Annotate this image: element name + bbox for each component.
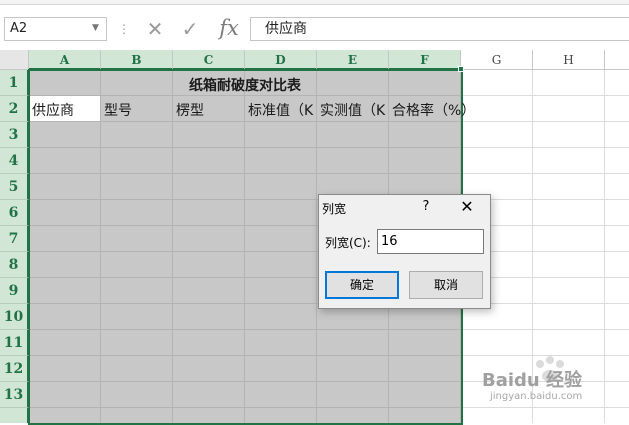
column-header-c[interactable]: C — [173, 50, 245, 70]
help-icon[interactable]: ? — [418, 198, 434, 216]
row-header-3[interactable]: 3 — [0, 122, 29, 148]
column-header-d[interactable]: D — [245, 50, 317, 70]
cell-a2[interactable]: 供应商 — [32, 98, 100, 124]
row-header-2[interactable]: 2 — [0, 96, 29, 122]
row-header-6[interactable]: 6 — [0, 200, 29, 226]
select-all-corner[interactable] — [0, 50, 29, 70]
row-header-5[interactable]: 5 — [0, 174, 29, 200]
dialog-title: 列宽 — [322, 202, 347, 216]
column-width-dialog: 列宽 ? ✕ 列宽(C): 16 确定 取消 — [318, 194, 491, 309]
column-header-h[interactable]: H — [533, 50, 605, 70]
column-header-a[interactable]: A — [29, 50, 101, 70]
cancel-button[interactable]: 取消 — [409, 271, 483, 299]
row-header-8[interactable]: 8 — [0, 252, 29, 278]
row-header-7[interactable]: 7 — [0, 226, 29, 252]
close-icon[interactable]: ✕ — [456, 197, 478, 217]
cell-b2[interactable]: 型号 — [104, 98, 172, 124]
column-header-b[interactable]: B — [101, 50, 173, 70]
ok-button[interactable]: 确定 — [325, 271, 399, 299]
cancel-icon[interactable]: ✕ — [143, 18, 167, 40]
fill-handle[interactable] — [458, 66, 464, 72]
column-header-i[interactable] — [605, 50, 629, 70]
cell-c2[interactable]: 楞型 — [176, 98, 244, 124]
row-header-13[interactable]: 13 — [0, 382, 29, 408]
row-header-11[interactable]: 11 — [0, 330, 29, 356]
column-header-f[interactable]: F — [389, 50, 461, 70]
cell-d2[interactable]: 标准值（K — [248, 98, 317, 124]
row-header-14[interactable] — [0, 408, 29, 423]
watermark-brand: Baidu 经验 — [482, 370, 583, 391]
row-header-10[interactable]: 10 — [0, 304, 29, 330]
column-header-g[interactable]: G — [461, 50, 533, 70]
column-header-e[interactable]: E — [317, 50, 389, 70]
watermark-url: jingyan.baidu.com — [490, 391, 583, 402]
more-options-icon[interactable]: ⋮ — [118, 21, 130, 37]
row-header-1[interactable]: 1 — [0, 70, 29, 96]
insert-function-icon[interactable]: fx — [215, 16, 243, 40]
column-width-label: 列宽(C): — [325, 236, 371, 250]
column-width-input[interactable]: 16 — [377, 229, 484, 254]
cell-e2[interactable]: 实测值（K — [320, 98, 389, 124]
ribbon-edge — [0, 0, 629, 5]
row-header-9[interactable]: 9 — [0, 278, 29, 304]
row-header-12[interactable]: 12 — [0, 356, 29, 382]
check-icon[interactable]: ✓ — [178, 18, 202, 40]
formula-input[interactable]: 供应商 — [250, 17, 629, 41]
chevron-down-icon[interactable]: ▼ — [92, 22, 102, 34]
sheet-title[interactable]: 纸箱耐破度对比表 — [29, 73, 461, 99]
row-header-4[interactable]: 4 — [0, 148, 29, 174]
cell-f2[interactable]: 合格率（%） — [392, 98, 482, 124]
